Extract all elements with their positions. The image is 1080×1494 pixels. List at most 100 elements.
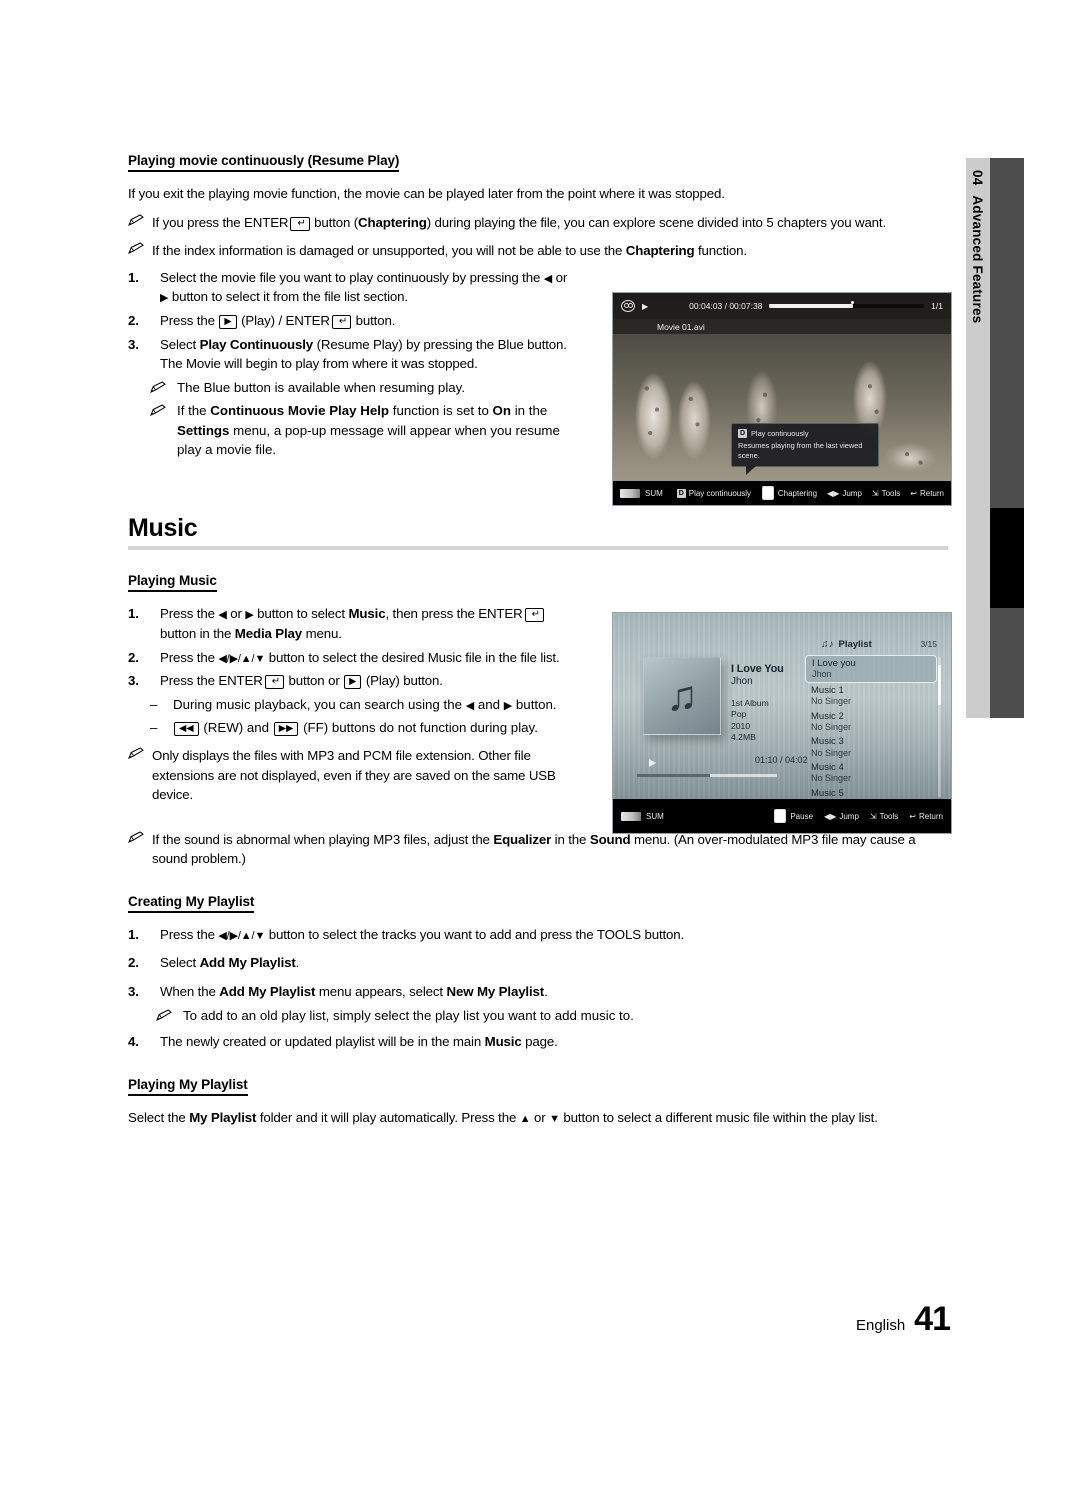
music-progress-bar[interactable] <box>637 774 777 777</box>
list-item[interactable]: Music 3 No Singer <box>805 734 937 760</box>
list-item[interactable]: I Love you Jhon <box>805 655 937 683</box>
note-chaptering-enter: If you press the ENTER ↵ button (Chapteri… <box>128 213 948 232</box>
blue-key-icon: D <box>738 429 747 439</box>
right-arrow-icon: ▶ <box>160 292 169 305</box>
step-item: 2. Select Add My Playlist. <box>128 953 948 973</box>
step-text: Select the movie file you want to play c… <box>160 269 568 305</box>
now-playing-title: I Love You <box>731 663 784 675</box>
dash-text: During music playback, you can search us… <box>173 697 557 713</box>
resume-play-steps: 1. Select the movie file you want to pla… <box>128 268 578 374</box>
playlist-scrollbar[interactable] <box>938 657 941 797</box>
pencil-icon <box>128 746 145 804</box>
return-icon: ↩ <box>909 811 916 821</box>
play-key-icon: ▶ <box>344 674 362 689</box>
movie-tooltip: D Play continuously Resumes playing from… <box>731 423 879 475</box>
section-heading-playing-playlist: Playing My Playlist <box>128 1077 248 1096</box>
music-section-header: Music <box>128 515 948 551</box>
track-artist: Jhon <box>812 669 832 680</box>
left-right-arrows-icon: ◀▶ <box>824 811 837 821</box>
list-item[interactable]: Music 2 No Singer <box>805 709 937 735</box>
right-arrow-icon: ▶ <box>245 609 254 622</box>
dash-item: – ◀◀ (REW) and ▶▶ (FF) buttons do not fu… <box>150 718 578 737</box>
note-text: If the sound is abnormal when playing MP… <box>152 832 916 867</box>
osd-action-return[interactable]: ↩ Return <box>910 489 944 498</box>
left-arrow-icon: ◀ <box>218 609 227 622</box>
osd-action-tools[interactable]: ⇲ Tools <box>870 812 898 821</box>
step-number: 4. <box>128 1033 139 1049</box>
playlist-header: ♫♪ Playlist <box>821 639 872 650</box>
movie-tooltip-body: Resumes playing from the last viewed sce… <box>738 440 863 460</box>
section-heading-playing-music: Playing Music <box>128 573 217 593</box>
step-text: Select Play Continuously (Resume Play) b… <box>160 336 567 372</box>
step-item: 3. Press the ENTER ↵ button or ▶ (Play) b… <box>128 671 578 691</box>
osd-action-jump[interactable]: ◀▶ Jump <box>827 489 862 498</box>
step-number: 1. <box>128 269 139 285</box>
step-text: Press the ◀/▶/▲/▼ button to select the t… <box>160 926 685 942</box>
osd-action-label: Tools <box>881 488 901 498</box>
now-playing-size: 4.2MB <box>731 732 756 743</box>
movie-player-screenshot: ▶ 00:04:03 / 00:07:38 1/1 Movie 01.avi D… <box>612 292 952 506</box>
pencil-icon <box>128 213 145 232</box>
osd-action-return[interactable]: ↩ Return <box>909 812 943 821</box>
osd-action-tools[interactable]: ⇲ Tools <box>872 489 900 498</box>
track-title: Music 3 <box>811 736 844 748</box>
list-item[interactable]: Music 1 No Singer <box>805 683 937 709</box>
step-number: 2. <box>128 649 139 665</box>
track-artist: No Singer <box>811 773 852 784</box>
step-item: 1. Select the movie file you want to pla… <box>128 268 578 307</box>
film-reel-icon <box>621 300 635 312</box>
movie-progress-knob[interactable] <box>851 301 855 304</box>
movie-time: 00:04:03 / 00:07:38 <box>689 301 763 311</box>
pencil-icon <box>128 241 145 260</box>
music-player-screenshot: ♫ I Love You Jhon 1st Album Pop 2010 4.2… <box>612 612 952 834</box>
track-artist: No Singer <box>811 721 852 732</box>
osd-action-label: Return <box>919 488 944 498</box>
pencil-icon <box>150 378 170 398</box>
enter-key-icon: ↵ <box>762 486 774 500</box>
playlist-scrollbar-thumb[interactable] <box>938 665 941 705</box>
osd-action-play-continuously[interactable]: D Play continuously <box>676 488 751 498</box>
chapter-tab-black-marker <box>990 508 1024 608</box>
now-playing-meta: 1st Album Pop 2010 4.2MB <box>731 698 784 744</box>
chapter-tab-text: 04 Advanced Features <box>966 158 990 718</box>
enter-key-icon: ↵ <box>331 315 352 330</box>
step-number: 1. <box>128 926 139 942</box>
left-arrow-icon: ◀ <box>543 272 553 285</box>
section-creating-playlist-heading-row: Creating My Playlist <box>128 893 948 913</box>
playing-music-steps: 1. Press the ◀ or ▶ button to select Mus… <box>128 604 578 691</box>
movie-tooltip-head: D Play continuously <box>738 429 872 439</box>
note-equalizer: If the sound is abnormal when playing MP… <box>128 830 948 869</box>
dash-item: – During music playback, you can search … <box>150 695 578 715</box>
section-heading-creating-playlist: Creating My Playlist <box>128 894 254 913</box>
music-osd-actions: ↵ Pause ◀▶ Jump ⇲ Tools ↩ Return <box>773 809 943 823</box>
osd-action-chaptering[interactable]: ↵ Chaptering <box>761 486 817 500</box>
osd-action-label: Play continuously <box>688 488 751 498</box>
movie-progress-fill <box>769 304 853 308</box>
movie-progress-bar[interactable] <box>769 301 925 308</box>
playing-playlist-body: Select the My Playlist folder and it wil… <box>128 1109 878 1125</box>
note-text: If the Continuous Movie Play Help functi… <box>177 403 560 457</box>
track-title: Music 5 <box>811 788 844 800</box>
manual-page: 04 Advanced Features Playing movie conti… <box>0 0 1080 1494</box>
now-playing-year: 2010 <box>731 720 751 731</box>
step-text: The newly created or updated playlist wi… <box>160 1033 558 1049</box>
note-blue-button: The Blue button is available when resumi… <box>150 378 578 398</box>
tools-icon: ⇲ <box>871 488 879 498</box>
step-text: Select Add My Playlist. <box>160 955 300 971</box>
osd-action-label: Jump <box>839 811 859 821</box>
music-osd-bottom-bar: SUM ↵ Pause ◀▶ Jump ⇲ Tools ↩ Return <box>613 799 951 833</box>
dash-marker: – <box>150 720 158 736</box>
now-playing-info: I Love You Jhon 1st Album Pop 2010 4.2MB <box>731 663 784 744</box>
chapter-tab-dark-bar <box>990 158 1024 718</box>
dash-text: ◀◀ (REW) and ▶▶ (FF) buttons do not func… <box>173 718 538 737</box>
movie-device-info: SUM <box>620 488 663 498</box>
note-old-playlist: To add to an old play list, simply selec… <box>156 1006 948 1026</box>
pencil-icon <box>156 1006 176 1026</box>
left-right-arrows-icon: ◀▶ <box>827 488 840 498</box>
osd-action-pause[interactable]: ↵ Pause <box>773 809 813 823</box>
step-item: 2. Press the ▶ (Play) / ENTER ↵ button. <box>128 311 578 331</box>
osd-action-jump[interactable]: ◀▶ Jump <box>824 812 859 821</box>
movie-osd-actions: D Play continuously ↵ Chaptering ◀▶ Jump… <box>676 486 944 500</box>
list-item[interactable]: Music 4 No Singer <box>805 760 937 786</box>
step-number: 3. <box>128 673 139 689</box>
